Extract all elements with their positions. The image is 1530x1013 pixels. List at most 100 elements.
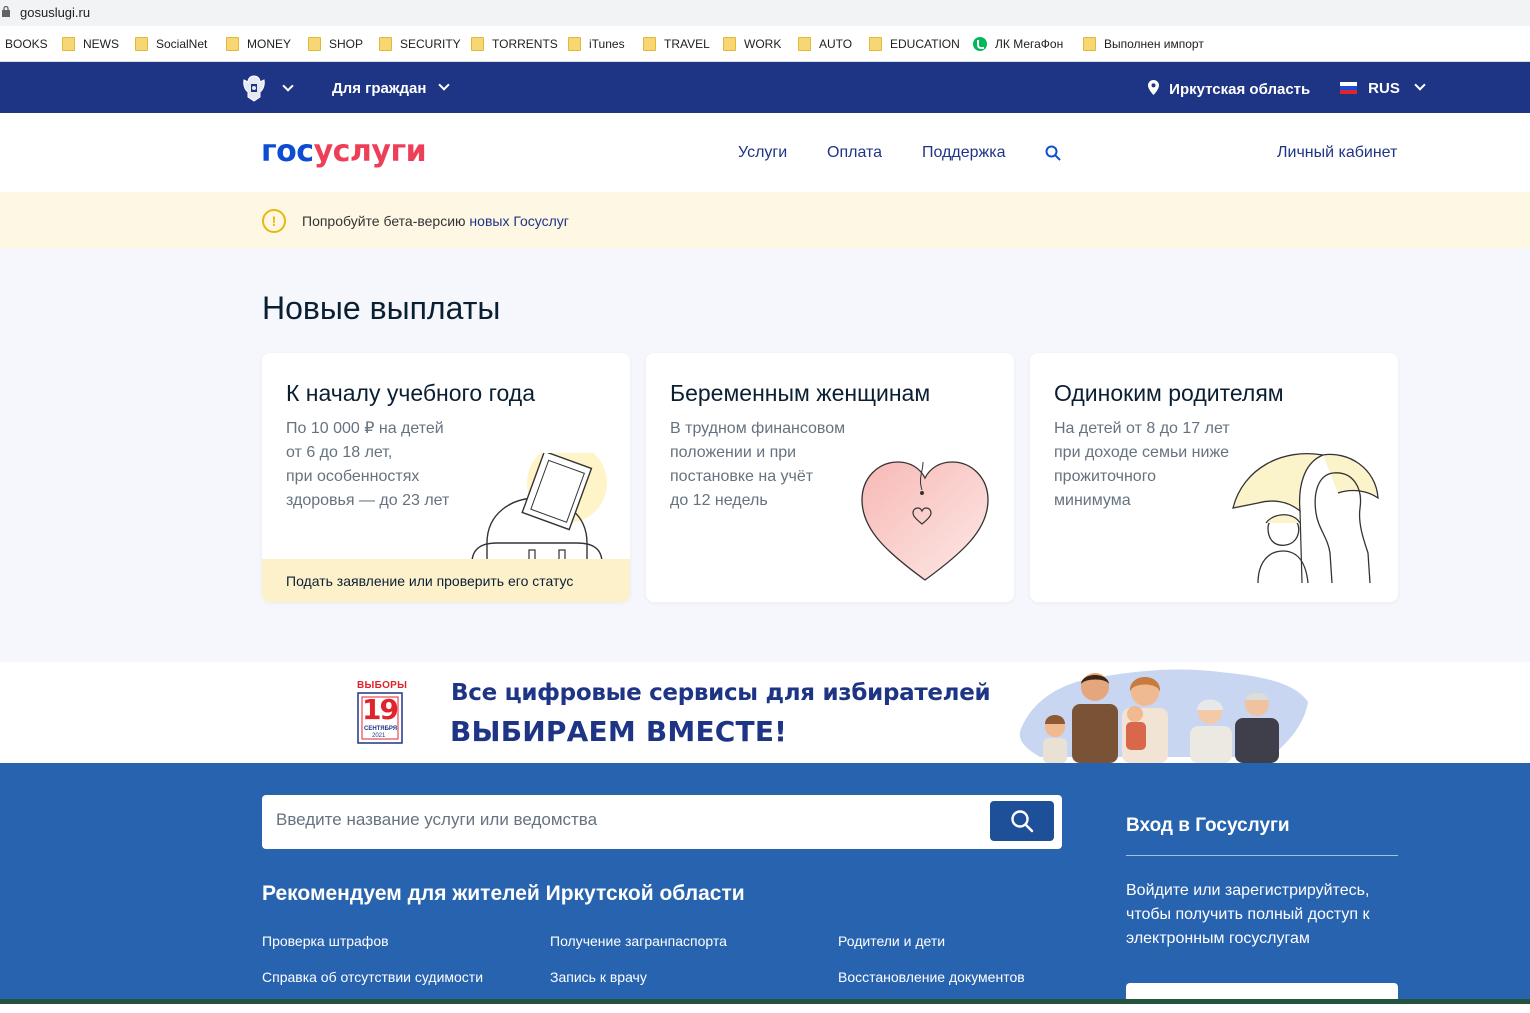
search-input[interactable] (276, 810, 976, 830)
bookmark-socialnet[interactable]: SocialNet (135, 37, 207, 51)
megafon-icon (973, 37, 987, 51)
region-selector[interactable]: Иркутская область (1148, 79, 1310, 98)
nav-payment[interactable]: Оплата (827, 144, 882, 162)
personal-cabinet-link[interactable]: Личный кабинет (1277, 144, 1397, 162)
beta-link[interactable]: новых Госуслуг (469, 213, 568, 229)
new-payments-section: Новые выплаты К началу учебного года По … (0, 248, 1530, 662)
card-line: при доходе семьи ниже (1054, 444, 1230, 461)
card-title: К началу учебного года (286, 380, 535, 406)
beta-notice: ! Попробуйте бета-версию новых Госуслуг (0, 192, 1530, 248)
folder-icon (643, 37, 656, 51)
bookmark-label: ЛК МегаФон (995, 37, 1064, 51)
bookmark-education[interactable]: EDUCATION (869, 37, 960, 51)
folder-icon (379, 37, 392, 51)
badge-month: СЕНТЯБРЯ (364, 726, 398, 732)
bookmark-money[interactable]: MONEY (226, 37, 291, 51)
bookmark-shop[interactable]: SHOP (308, 37, 363, 51)
card-line: здоровья — до 23 лет (286, 492, 450, 509)
recommend-link-parents[interactable]: Родители и дети (838, 933, 945, 949)
card-title: Беременным женщинам (670, 380, 931, 406)
audience-dropdown[interactable]: Для граждан (332, 79, 450, 97)
service-search (262, 795, 1062, 849)
bookmark-auto[interactable]: AUTO (798, 37, 852, 51)
recommend-link-criminal-record[interactable]: Справка об отсутствии судимости (262, 969, 483, 985)
recommend-link-fines[interactable]: Проверка штрафов (262, 933, 389, 949)
login-title: Вход в Госуслуги (1126, 815, 1290, 836)
bookmark-label: TORRENTS (492, 37, 558, 51)
bookmark-label: EDUCATION (890, 37, 960, 51)
beta-text: Попробуйте бета-версию новых Госуслуг (302, 213, 569, 229)
bookmark-books[interactable]: BOOKS (5, 37, 48, 51)
coat-of-arms-icon (243, 75, 265, 102)
gosuslugi-logo[interactable]: госуслуги (261, 134, 427, 169)
login-button[interactable] (1126, 983, 1398, 1013)
search-icon[interactable] (1045, 145, 1061, 161)
banner-title: Все цифровые сервисы для избирателей (451, 680, 991, 706)
bookmark-itunes[interactable]: iTunes (568, 37, 625, 51)
bookmark-imported[interactable]: Выполнен импорт (1083, 37, 1204, 51)
bookmark-label: AUTO (819, 37, 853, 51)
card-line: По 10 000 ₽ на детей (286, 420, 444, 437)
bookmark-torrents[interactable]: TORRENTS (471, 37, 558, 51)
top-bar: Для граждан Иркутская область RUS (0, 62, 1530, 113)
chevron-down-icon (437, 79, 450, 91)
bookmark-travel[interactable]: TRAVEL (643, 37, 710, 51)
folder-icon (1083, 37, 1096, 51)
bookmark-megafon[interactable]: ЛК МегаФон (973, 37, 1063, 51)
bookmark-news[interactable]: NEWS (62, 37, 119, 51)
badge-year: 2021 (372, 733, 386, 739)
search-icon (1011, 810, 1034, 833)
login-text: Войдите или зарегистрируйтесь, чтобы пол… (1126, 882, 1370, 947)
folder-icon (308, 37, 321, 51)
logo-part-uslugi: услуги (313, 134, 427, 169)
recommend-link-documents[interactable]: Восстановление документов (838, 969, 1025, 985)
bookmark-label: SocialNet (156, 37, 208, 51)
card-line: постановке на учёт (670, 468, 814, 485)
card-single-parents[interactable]: Одиноким родителям На детей от 8 до 17 л… (1030, 353, 1398, 602)
audience-label: Для граждан (332, 80, 427, 97)
folder-icon (471, 37, 484, 51)
chevron-down-icon (282, 80, 294, 92)
card-line: На детей от 8 до 17 лет (1054, 420, 1230, 437)
emblem-menu[interactable] (239, 73, 299, 103)
card-school-year[interactable]: К началу учебного года По 10 000 ₽ на де… (262, 353, 630, 602)
browser-address-bar[interactable]: gosuslugi.ru (0, 0, 1530, 26)
location-pin-icon (1148, 80, 1159, 95)
card-pregnant-women[interactable]: Беременным женщинам В трудном финансовом… (646, 353, 1014, 602)
logo-part-gos: гос (261, 134, 314, 169)
nav-services[interactable]: Услуги (738, 144, 787, 162)
beta-label: Попробуйте бета-версию (302, 213, 466, 229)
recommend-title: Рекомендуем для жителей Иркутской област… (262, 882, 745, 905)
bookmark-security[interactable]: SECURITY (379, 37, 461, 51)
recommend-link-doctor[interactable]: Запись к врачу (550, 969, 647, 985)
language-label: RUS (1368, 80, 1400, 97)
bookmark-label: WORK (744, 37, 782, 51)
bookmark-label: SECURITY (400, 37, 461, 51)
search-button[interactable] (990, 801, 1054, 841)
apply-status-link[interactable]: Подать заявление или проверить его стату… (262, 559, 630, 602)
bookmark-label: iTunes (589, 37, 625, 51)
recommend-link-passport[interactable]: Получение загранпаспорта (550, 933, 727, 949)
badge-day: 19 (362, 693, 399, 726)
card-line: от 6 до 18 лет, (286, 444, 393, 461)
login-divider (1126, 855, 1398, 856)
folder-icon (798, 37, 811, 51)
folder-icon (723, 37, 736, 51)
banner-slogan: ВЫБИРАЕМ ВМЕСТЕ! (450, 715, 788, 748)
bookmark-label: BOOKS (5, 37, 48, 51)
card-title: Одиноким родителям (1054, 380, 1284, 406)
bookmark-label: SHOP (329, 37, 364, 51)
family-map-illustration (1019, 669, 1308, 763)
bookmark-work[interactable]: WORK (723, 37, 781, 51)
card-line: при особенностях (286, 468, 420, 485)
search-section: Рекомендуем для жителей Иркутской област… (0, 763, 1530, 1013)
nav-support[interactable]: Поддержка (922, 144, 1005, 162)
elections-banner[interactable]: ВЫБОРЫ 19 СЕНТЯБРЯ 2021 Все цифровые сер… (0, 662, 1530, 763)
language-selector[interactable]: RUS (1340, 79, 1426, 97)
badge-top: ВЫБОРЫ (357, 680, 408, 691)
section-title: Новые выплаты (262, 290, 501, 326)
folder-icon (869, 37, 882, 51)
card-line: прожиточного (1054, 468, 1157, 485)
bookmark-label: NEWS (83, 37, 119, 51)
chevron-down-icon (1414, 79, 1426, 91)
